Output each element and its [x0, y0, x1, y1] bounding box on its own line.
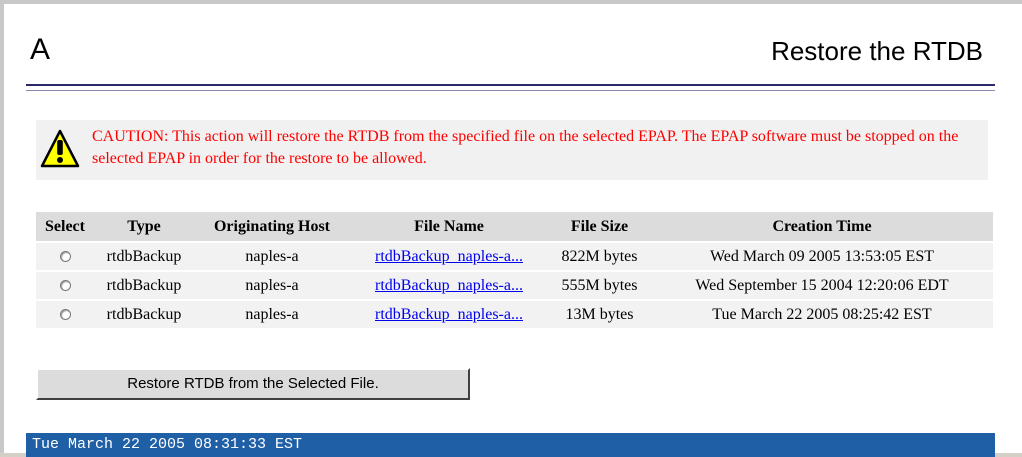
backup-files-table: Select Type Originating Host File Name F…: [36, 210, 993, 330]
select-cell: [36, 301, 94, 328]
caution-message: CAUTION: This action will restore the RT…: [92, 128, 959, 167]
host-cell: naples-a: [194, 272, 350, 299]
header-rule-secondary: [26, 90, 995, 91]
header-rule: [26, 84, 995, 86]
file-size-cell: 555M bytes: [548, 272, 651, 299]
restore-rtdb-page: A Restore the RTDB CAUTION: This action …: [0, 0, 1022, 457]
type-cell: rtdbBackup: [94, 272, 194, 299]
table-row: rtdbBackup naples-a rtdbBackup_naples-a.…: [36, 243, 993, 270]
file-size-cell: 13M bytes: [548, 301, 651, 328]
file-size-cell: 822M bytes: [548, 243, 651, 270]
column-header-originating-host: Originating Host: [194, 212, 350, 241]
select-cell: [36, 243, 94, 270]
column-header-file-name: File Name: [350, 212, 548, 241]
column-header-creation-time: Creation Time: [651, 212, 993, 241]
caution-banner: CAUTION: This action will restore the RT…: [36, 120, 988, 180]
file-name-cell: rtdbBackup_naples-a...: [350, 301, 548, 328]
host-cell: naples-a: [194, 301, 350, 328]
file-name-link[interactable]: rtdbBackup_naples-a...: [375, 248, 523, 265]
select-radio[interactable]: [59, 280, 71, 292]
file-name-link[interactable]: rtdbBackup_naples-a...: [375, 306, 523, 323]
creation-time-cell: Wed September 15 2004 12:20:06 EDT: [651, 272, 993, 299]
select-radio[interactable]: [59, 251, 71, 263]
host-cell: naples-a: [194, 243, 350, 270]
select-cell: [36, 272, 94, 299]
column-header-type: Type: [94, 212, 194, 241]
table-row: rtdbBackup naples-a rtdbBackup_naples-a.…: [36, 272, 993, 299]
column-header-file-size: File Size: [548, 212, 651, 241]
status-timestamp: Tue March 22 2005 08:31:33 EST: [32, 436, 303, 453]
page-header: A Restore the RTDB: [26, 34, 995, 74]
header-letter: A: [30, 33, 51, 66]
status-bar: Tue March 22 2005 08:31:33 EST: [26, 433, 995, 457]
restore-rtdb-button[interactable]: Restore RTDB from the Selected File.: [36, 368, 470, 400]
column-header-select: Select: [36, 212, 94, 241]
file-name-link[interactable]: rtdbBackup_naples-a...: [375, 277, 523, 294]
file-name-cell: rtdbBackup_naples-a...: [350, 272, 548, 299]
creation-time-cell: Tue March 22 2005 08:25:42 EST: [651, 301, 993, 328]
table-header-row: Select Type Originating Host File Name F…: [36, 212, 993, 241]
creation-time-cell: Wed March 09 2005 13:53:05 EST: [651, 243, 993, 270]
select-radio[interactable]: [59, 309, 71, 321]
page-title: Restore the RTDB: [771, 36, 983, 66]
warning-icon: [40, 129, 80, 168]
type-cell: rtdbBackup: [94, 301, 194, 328]
file-name-cell: rtdbBackup_naples-a...: [350, 243, 548, 270]
table-row: rtdbBackup naples-a rtdbBackup_naples-a.…: [36, 301, 993, 328]
type-cell: rtdbBackup: [94, 243, 194, 270]
